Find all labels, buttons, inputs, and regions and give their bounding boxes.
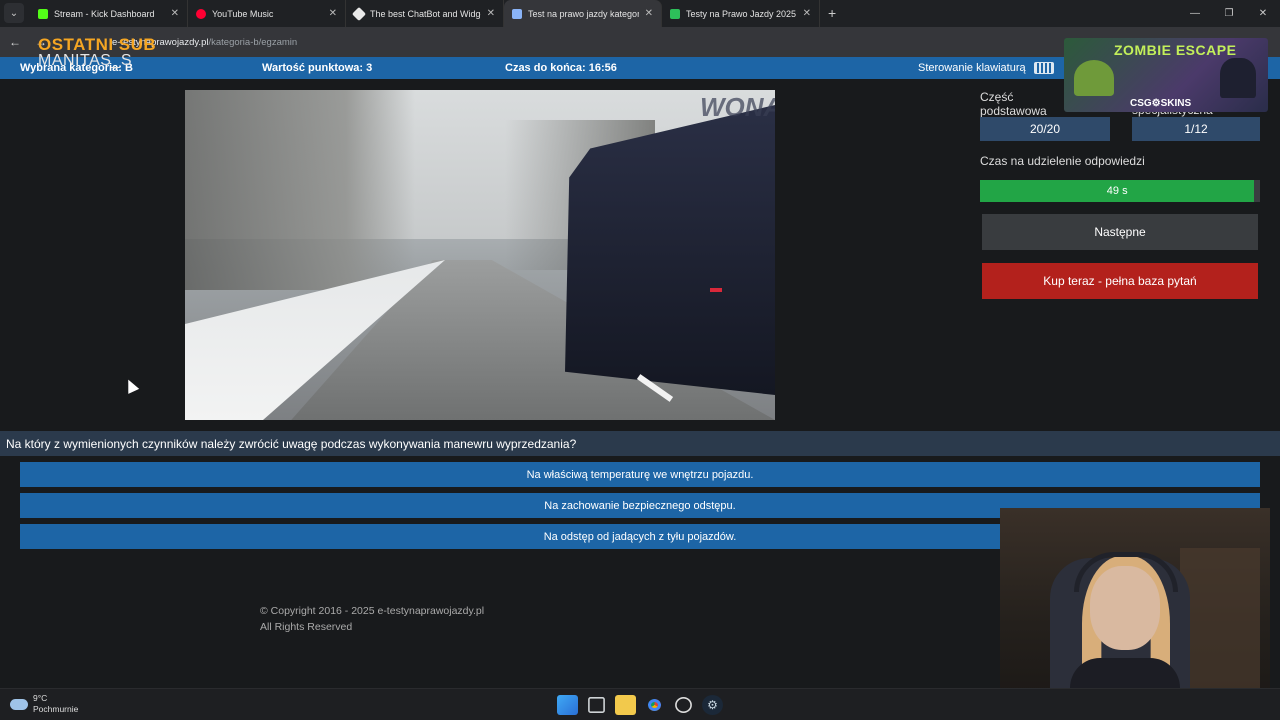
task-view-icon[interactable] <box>588 697 605 713</box>
file-explorer-icon[interactable] <box>615 695 636 715</box>
trees-left <box>185 90 415 290</box>
stream-last-sub-name: MANITAS_S <box>38 52 132 69</box>
cloud-icon <box>10 698 28 710</box>
window-controls: — ❐ ✕ <box>1178 0 1280 27</box>
rights-text: All Rights Reserved <box>260 621 353 633</box>
github-desktop-icon[interactable] <box>675 697 692 713</box>
close-window-icon[interactable]: ✕ <box>1246 0 1280 27</box>
tab-youtube-music[interactable]: YouTube Music ✕ <box>188 0 346 27</box>
chatbot-favicon-icon <box>351 6 367 21</box>
testy-favicon-icon <box>670 8 680 19</box>
close-tab-icon[interactable]: ✕ <box>171 8 179 19</box>
tab-testy-2025[interactable]: Testy na Prawo Jazdy 2025 - Za ✕ <box>662 0 820 27</box>
keyboard-icon <box>1033 62 1054 74</box>
chrome-icon[interactable] <box>644 695 665 715</box>
tab-chatbot[interactable]: The best ChatBot and Widgets ✕ <box>346 0 504 27</box>
answer-time-fill: 49 s <box>980 180 1255 202</box>
new-tab-button[interactable]: + <box>828 5 836 21</box>
back-icon[interactable]: ← <box>4 35 26 49</box>
browser-tab-strip: ⌄ Stream - Kick Dashboard ✕ YouTube Musi… <box>0 0 1280 27</box>
tab-test-prawo-jazdy[interactable]: Test na prawo jazdy kategorii B ✕ <box>504 0 662 27</box>
zombie-figure-icon <box>1074 60 1114 96</box>
site-favicon-icon <box>512 8 522 19</box>
page-footer: © Copyright 2016 - 2025 e-testynaprawoja… <box>260 603 484 635</box>
tab-kick-dashboard[interactable]: Stream - Kick Dashboard ✕ <box>30 0 188 27</box>
tab-title: Stream - Kick Dashboard <box>54 8 155 19</box>
tab-title: YouTube Music <box>212 8 274 19</box>
steam-icon[interactable]: ⚙ <box>702 695 723 715</box>
point-value: Wartość punktowa: 3 <box>262 62 373 74</box>
keyboard-control-toggle[interactable]: Sterowanie klawiaturą <box>918 62 1054 74</box>
minimize-icon[interactable]: — <box>1178 0 1212 27</box>
copyright-text: © Copyright 2016 - 2025 e-testynaprawoja… <box>260 605 485 617</box>
specialist-part-counter: 1/12 <box>1132 117 1260 141</box>
truck-lettering: WONA <box>700 92 775 122</box>
mouse-cursor-icon <box>122 377 140 394</box>
weather-condition: Pochmurnie <box>33 704 79 714</box>
restore-icon[interactable]: ❐ <box>1212 0 1246 27</box>
windows-start-icon[interactable] <box>557 695 578 715</box>
basic-part-counter: 20/20 <box>980 117 1110 141</box>
promo-title: ZOMBIE ESCAPE <box>1114 42 1237 58</box>
stream-promo-banner: ZOMBIE ESCAPE CSG⚙SKINS <box>1064 38 1268 112</box>
answer-option[interactable]: Na właściwą temperaturę we wnętrzu pojaz… <box>20 462 1260 487</box>
character-figure-icon <box>1220 58 1256 98</box>
close-tab-icon[interactable]: ✕ <box>329 8 337 19</box>
taskbar-apps: ⚙ <box>557 695 723 715</box>
url-path: /kategoria-b/egzamin <box>208 36 298 48</box>
kick-favicon-icon <box>38 8 48 19</box>
basic-part-label: Część podstawowa <box>980 90 1047 118</box>
keyboard-control-label: Sterowanie klawiaturą <box>918 62 1026 74</box>
next-button[interactable]: Następne <box>982 214 1258 250</box>
youtube-music-favicon-icon <box>196 8 206 19</box>
close-tab-icon[interactable]: ✕ <box>487 8 495 19</box>
close-tab-icon[interactable]: ✕ <box>803 8 811 19</box>
close-tab-icon[interactable]: ✕ <box>645 8 653 19</box>
question-text: Na który z wymienionych czynników należy… <box>0 431 1280 456</box>
answer-time-bar: 49 s <box>980 180 1260 202</box>
promo-brand: CSG⚙SKINS <box>1130 98 1192 109</box>
answer-time-label: Czas na udzielenie odpowiedzi <box>980 154 1145 168</box>
weather-temperature: 9°C <box>33 693 48 703</box>
background-shelf <box>1180 548 1260 698</box>
tab-search-button[interactable]: ⌄ <box>4 3 24 23</box>
truck <box>565 105 775 395</box>
time-remaining: Czas do końca: 16:56 <box>505 62 617 74</box>
tab-title: Testy na Prawo Jazdy 2025 - Za <box>686 8 797 19</box>
weather-widget[interactable]: 9°C Pochmurnie <box>10 693 78 715</box>
truck-taillight <box>710 288 722 292</box>
windows-taskbar: 9°C Pochmurnie ⚙ <box>0 688 1280 720</box>
tab-title: The best ChatBot and Widgets <box>370 8 481 19</box>
question-image: WONA <box>185 90 775 420</box>
buy-full-database-button[interactable]: Kup teraz - pełna baza pytań <box>982 263 1258 299</box>
tab-title: Test na prawo jazdy kategorii B <box>528 8 639 19</box>
